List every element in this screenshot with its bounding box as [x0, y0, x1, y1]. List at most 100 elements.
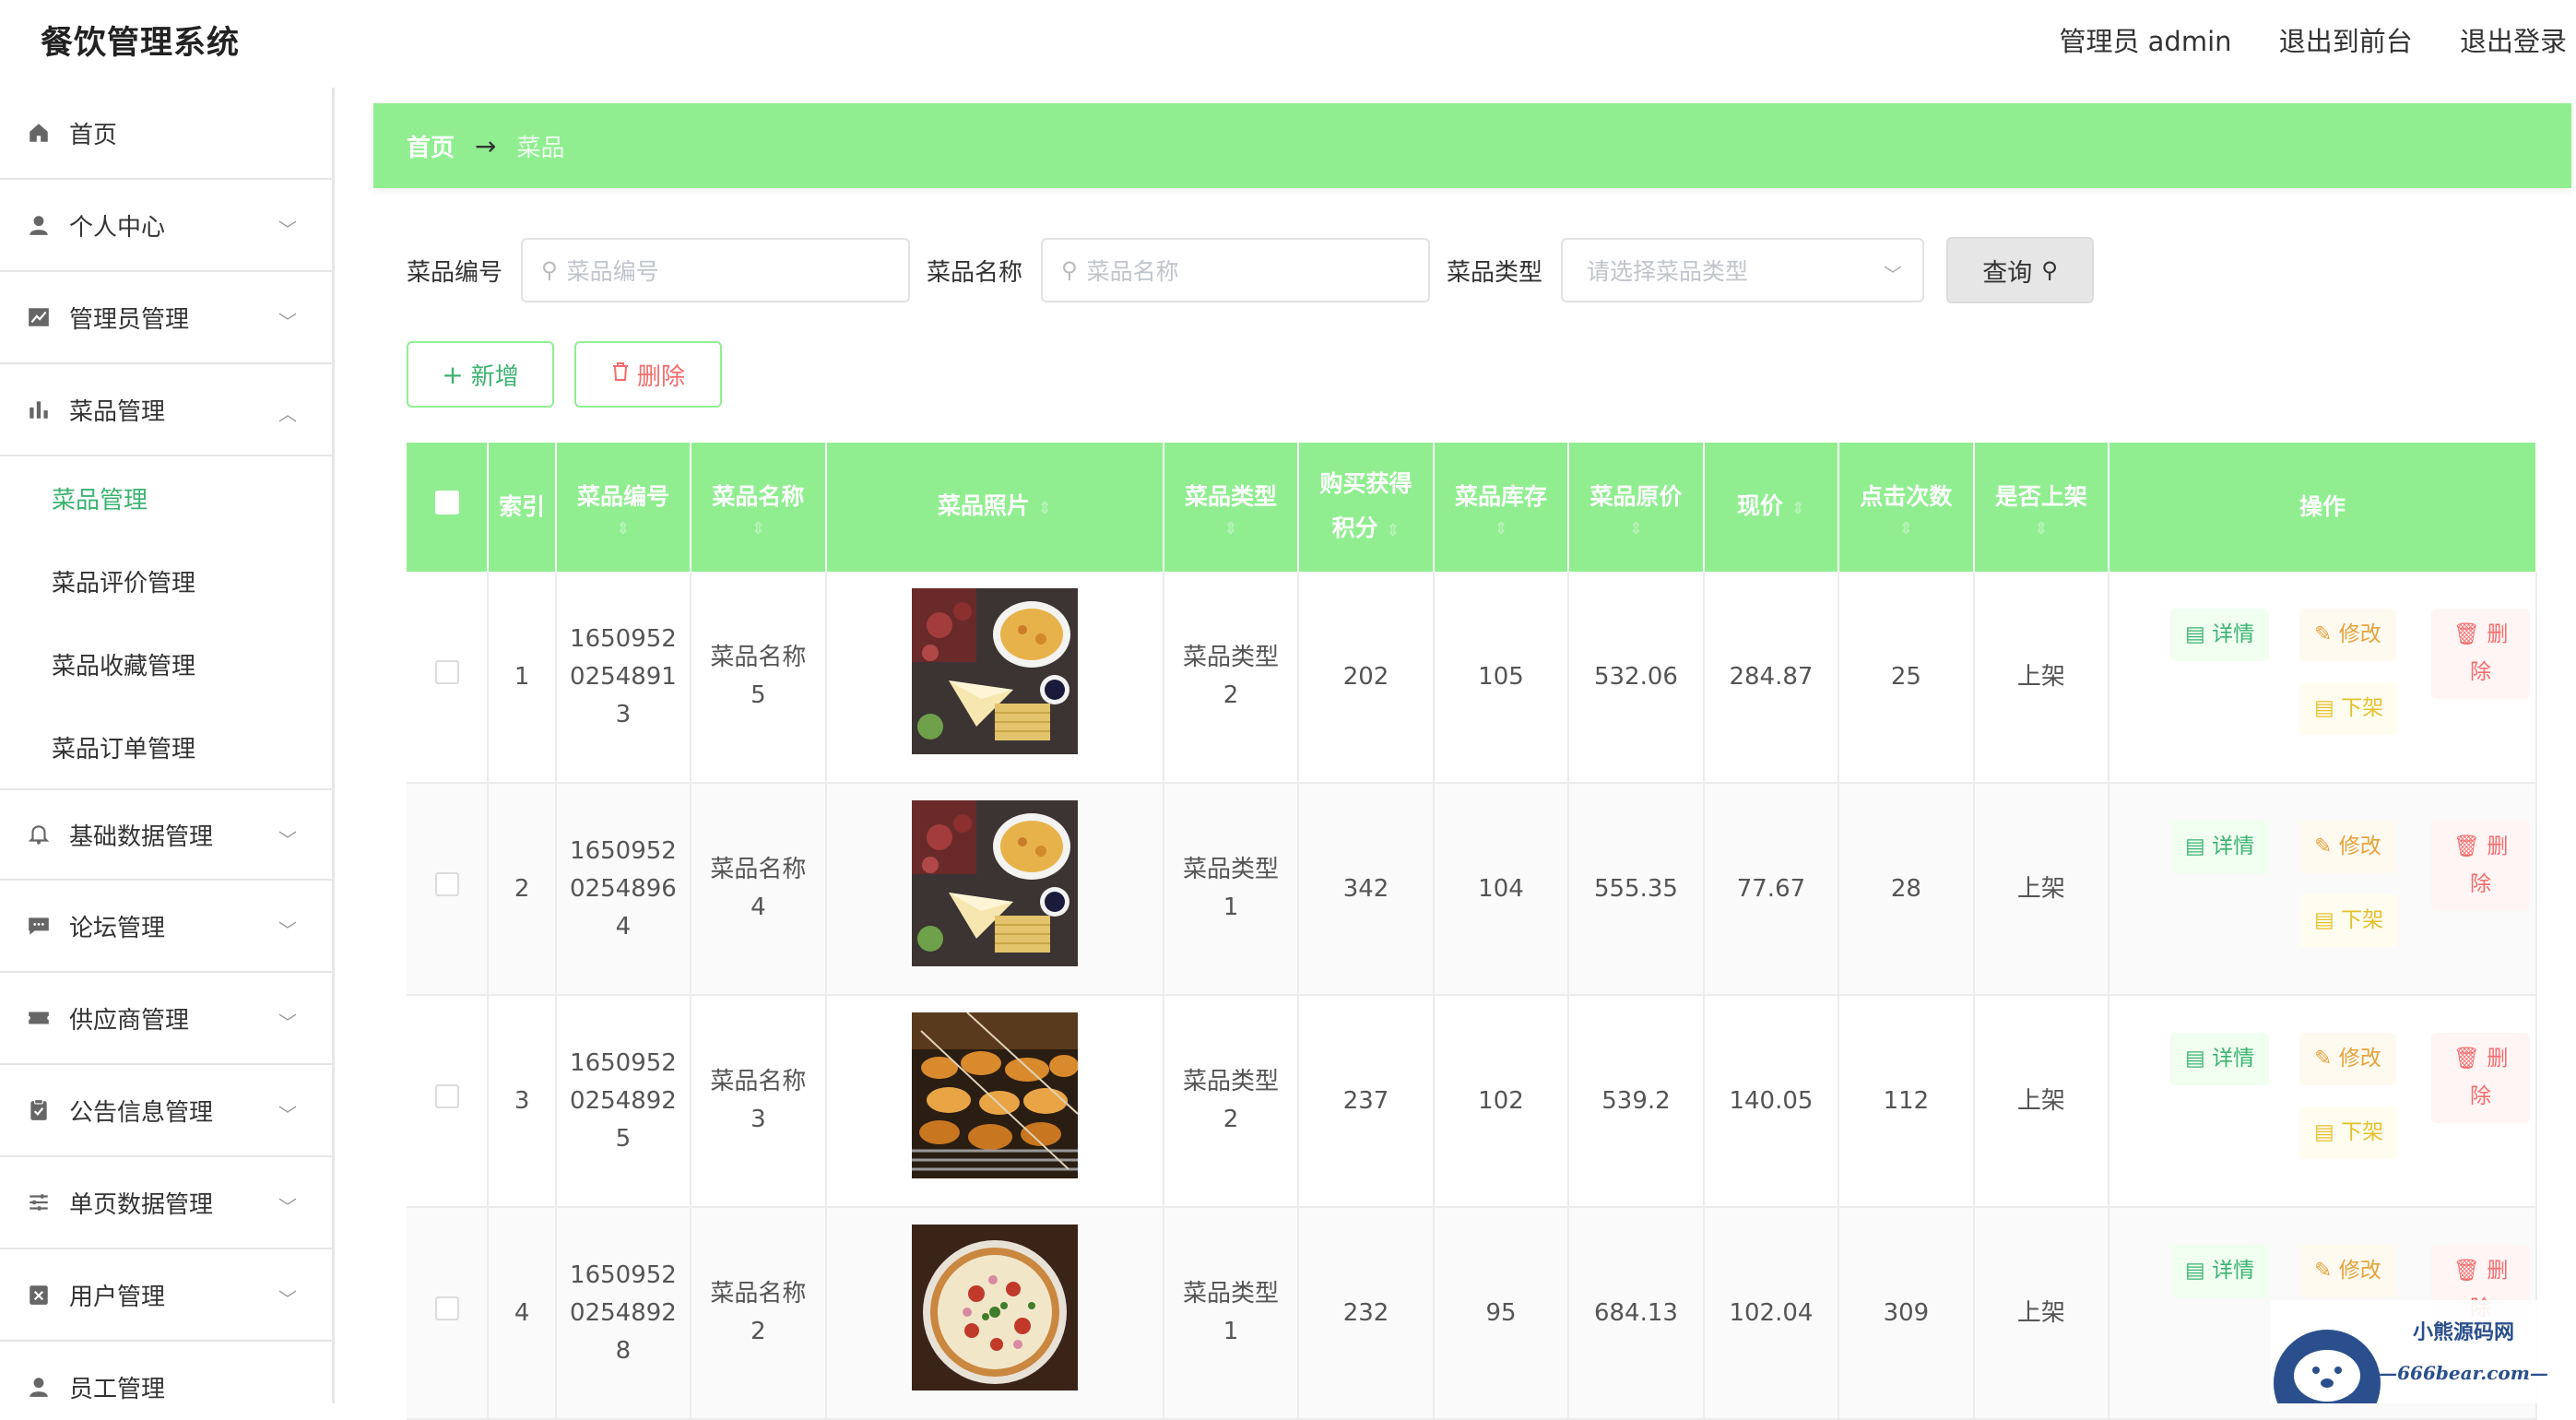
sidebar: 首页 个人中心 ﹀ 管理员管理 ﹀ 菜品管理 ︿ 菜品管理 菜品评价管理 菜品收…: [0, 88, 335, 1403]
off-shelf-button[interactable]: ▤ 下架: [2299, 682, 2399, 735]
header-photo[interactable]: 菜品照片 ⇕: [825, 443, 1164, 572]
sidebar-item-users[interactable]: 用户管理 ﹀: [0, 1249, 332, 1342]
sidebar-item-single-page[interactable]: 单页数据管理 ﹀: [0, 1157, 332, 1249]
back-to-front-link[interactable]: 退出到前台: [2279, 26, 2413, 57]
chevron-down-icon: ﹀: [278, 919, 297, 941]
name-search-input[interactable]: ⚲ 菜品名称: [1041, 238, 1431, 302]
type-part: 2: [1223, 681, 1239, 709]
sidebar-item-basic-data[interactable]: 基础数据管理 ﹀: [0, 788, 332, 881]
edit-button[interactable]: ✎ 修改: [2299, 609, 2396, 661]
sort-icon[interactable]: ⇕: [1980, 519, 2102, 539]
admin-user-label[interactable]: 管理员 admin: [2059, 26, 2231, 57]
detail-button[interactable]: ▤ 详情: [2170, 821, 2270, 873]
header-name[interactable]: 菜品名称 ⇕: [691, 443, 827, 572]
sidebar-item-notice[interactable]: 公告信息管理 ﹀: [0, 1065, 332, 1157]
row-select-cell[interactable]: [407, 995, 490, 1208]
code-part: 1650952: [570, 1048, 677, 1077]
code-search-input[interactable]: ⚲ 菜品编号: [521, 238, 911, 302]
submenu-dish-review[interactable]: 菜品评价管理: [0, 539, 332, 622]
off-shelf-button[interactable]: ▤ 下架: [2299, 894, 2399, 947]
name-placeholder: 菜品名称: [1086, 258, 1179, 285]
row-checkbox[interactable]: [434, 1083, 459, 1108]
header-orig-label: 菜品原价: [1589, 483, 1683, 510]
cell-points: 237: [1298, 995, 1435, 1208]
delete-button[interactable]: 🗑 删除: [2431, 1033, 2530, 1123]
header-onshelf[interactable]: 是否上架 ⇕: [1973, 443, 2110, 572]
edit-button[interactable]: ✎ 修改: [2299, 1245, 2396, 1297]
sort-icon[interactable]: ⇕: [1791, 499, 1805, 518]
dish-photo-grilled-skewers[interactable]: [911, 1011, 1079, 1178]
detail-button[interactable]: ▤ 详情: [2170, 1033, 2270, 1085]
sidebar-item-personal[interactable]: 个人中心 ﹀: [0, 180, 332, 272]
ticket-icon: [25, 1004, 53, 1032]
row-select-cell[interactable]: [407, 572, 490, 784]
header-type[interactable]: 菜品类型 ⇕: [1163, 443, 1300, 572]
row-checkbox[interactable]: [434, 1296, 459, 1320]
header-clicks[interactable]: 点击次数 ⇕: [1838, 443, 1975, 572]
delete-button[interactable]: 🗑 删除: [2431, 821, 2530, 911]
user-icon: [25, 1373, 53, 1401]
sort-icon[interactable]: ⇕: [697, 519, 819, 539]
header-stock[interactable]: 菜品库存 ⇕: [1433, 443, 1570, 572]
header-now-price[interactable]: 现价 ⇕: [1703, 443, 1840, 572]
header-orig-price[interactable]: 菜品原价 ⇕: [1568, 443, 1705, 572]
sidebar-item-label: 供应商管理: [69, 1006, 190, 1035]
dish-photo-cheese-platter[interactable]: [911, 587, 1078, 754]
sidebar-item-dish[interactable]: 菜品管理 ︿: [0, 364, 332, 456]
cell-code: 1650952 0254892 5: [555, 995, 692, 1208]
cell-clicks: 309: [1838, 1207, 1975, 1420]
sidebar-item-forum[interactable]: 论坛管理 ﹀: [0, 881, 332, 973]
cell-orig-price: 555.35: [1568, 783, 1705, 996]
dish-photo-cheese-platter[interactable]: [911, 799, 1078, 966]
sort-icon[interactable]: ⇕: [1170, 519, 1292, 539]
row-select-cell[interactable]: [407, 1207, 490, 1420]
trash-icon: 🗑: [2452, 622, 2480, 646]
logout-link[interactable]: 退出登录: [2460, 26, 2567, 57]
code-part: 0254891: [570, 662, 677, 691]
submenu-dish-favorite[interactable]: 菜品收藏管理: [0, 622, 332, 705]
off-shelf-button[interactable]: ▤ 下架: [2299, 1106, 2399, 1159]
trash-icon: 🗑: [2452, 834, 2480, 858]
type-part: 菜品类型: [1183, 1280, 1280, 1308]
header-points[interactable]: 购买获得 积分 ⇕: [1298, 443, 1435, 572]
sidebar-item-label: 基础数据管理: [69, 822, 214, 851]
query-button[interactable]: 查询 ⚲: [1946, 237, 2095, 303]
batch-delete-button[interactable]: 删除: [574, 341, 722, 408]
edit-button[interactable]: ✎ 修改: [2299, 821, 2396, 873]
sort-icon[interactable]: ⇕: [1386, 521, 1400, 540]
sort-icon[interactable]: ⇕: [1038, 499, 1052, 518]
detail-button[interactable]: ▤ 详情: [2170, 609, 2270, 661]
cell-orig-price: 539.2: [1568, 995, 1705, 1208]
edit-button[interactable]: ✎ 修改: [2299, 1033, 2396, 1085]
sort-icon[interactable]: ⇕: [1845, 519, 1967, 539]
header-code[interactable]: 菜品编号 ⇕: [555, 443, 692, 572]
name-part: 5: [750, 681, 766, 709]
breadcrumb-home[interactable]: 首页: [407, 129, 455, 163]
sidebar-item-home[interactable]: 首页: [0, 88, 332, 180]
cross-box-icon: [25, 1281, 53, 1308]
document-icon: ▤: [2314, 908, 2334, 932]
type-part: 2: [1223, 1106, 1239, 1133]
sidebar-item-admin[interactable]: 管理员管理 ﹀: [0, 272, 332, 364]
dish-photo-pizza[interactable]: [911, 1224, 1078, 1390]
sidebar-item-label: 单页数据管理: [69, 1190, 214, 1219]
row-checkbox[interactable]: [434, 871, 459, 896]
submenu-dish-order[interactable]: 菜品订单管理: [0, 705, 332, 788]
detail-button[interactable]: ▤ 详情: [2170, 1245, 2270, 1297]
sort-icon[interactable]: ⇕: [1575, 519, 1696, 539]
sort-icon[interactable]: ⇕: [1440, 519, 1562, 539]
sidebar-item-supplier[interactable]: 供应商管理 ﹀: [0, 973, 332, 1065]
delete-button[interactable]: 🗑 删除: [2431, 609, 2530, 699]
detail-label: 详情: [2212, 622, 2255, 646]
select-all-cell[interactable]: [407, 443, 490, 572]
row-checkbox[interactable]: [434, 659, 459, 684]
row-select-cell[interactable]: [407, 783, 490, 996]
cell-name: 菜品名称 4: [691, 783, 827, 996]
sidebar-item-staff[interactable]: 员工管理: [0, 1342, 332, 1403]
select-all-checkbox[interactable]: [434, 491, 459, 515]
sort-icon[interactable]: ⇕: [562, 519, 684, 539]
type-select[interactable]: 请选择菜品类型 ﹀: [1561, 238, 1925, 302]
submenu-dish-manage[interactable]: 菜品管理: [0, 456, 332, 539]
cell-clicks: 28: [1838, 783, 1975, 996]
add-button[interactable]: + 新增: [407, 341, 554, 408]
